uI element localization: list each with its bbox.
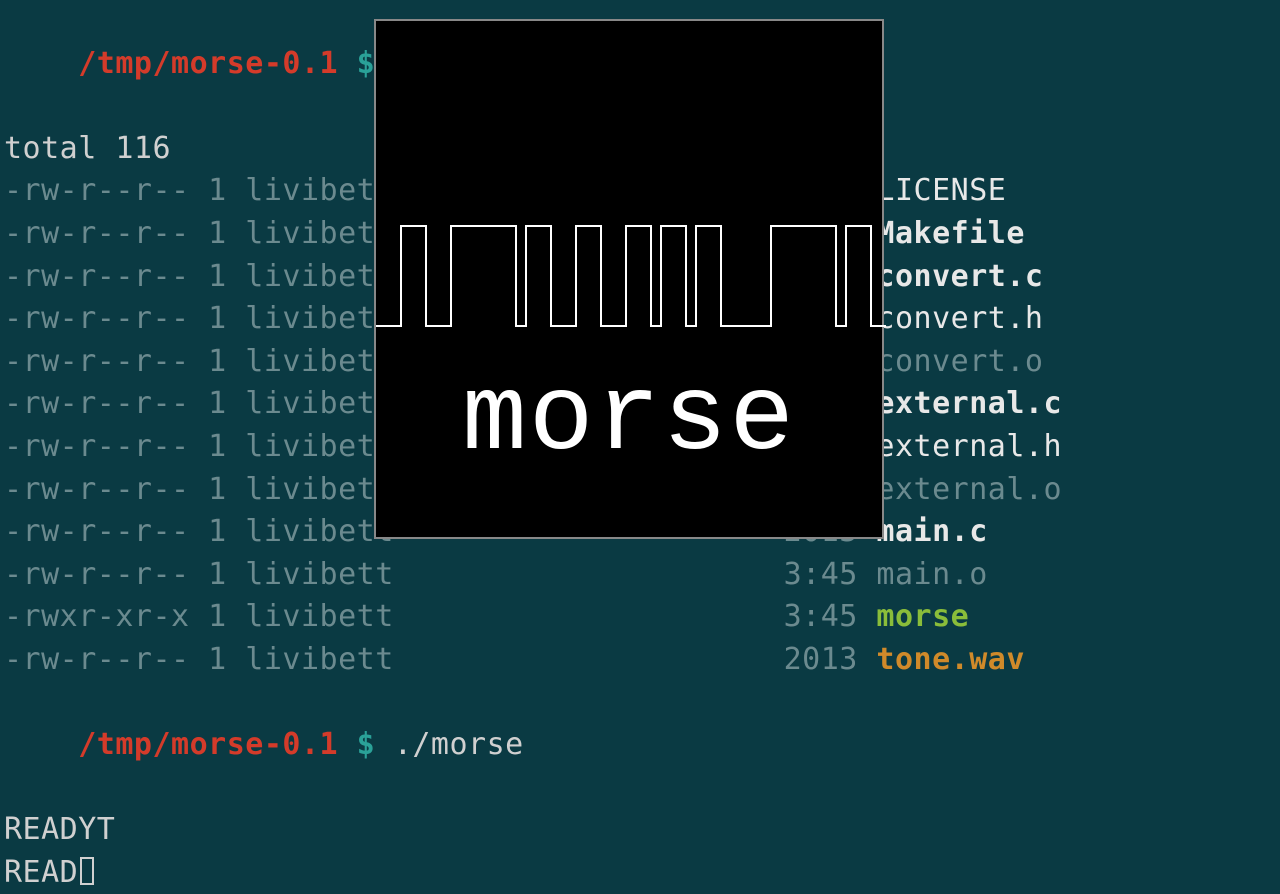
- file-name: convert.o: [876, 344, 1043, 379]
- output-line: READYT: [4, 809, 1276, 852]
- file-row: -rwxr-xr-x 1 livibett 3:45 morse: [4, 596, 1276, 639]
- file-name: morse: [876, 599, 969, 634]
- prompt-cmd: ./morse: [394, 727, 524, 762]
- file-meta: -rw-r--r-- 1 livibett 3:45: [4, 557, 876, 592]
- file-meta: -rwxr-xr-x 1 livibett 3:45: [4, 599, 876, 634]
- file-row: -rw-r--r-- 1 livibett 2013 tone.wav: [4, 639, 1276, 682]
- prompt-dir: /tmp/morse-0.1: [78, 46, 338, 81]
- file-name: Makefile: [876, 216, 1025, 251]
- file-name: external.h: [876, 429, 1062, 464]
- file-name: external.o: [876, 472, 1062, 507]
- file-row: -rw-r--r-- 1 livibett 3:45 main.o: [4, 554, 1276, 597]
- prompt-dir: /tmp/morse-0.1: [78, 727, 338, 762]
- file-name: convert.h: [876, 301, 1043, 336]
- output-text: READ: [4, 855, 78, 890]
- morse-wave-icon: [376, 221, 886, 341]
- file-name: external.c: [876, 386, 1062, 421]
- file-meta: -rw-r--r-- 1 livibett 2013: [4, 642, 876, 677]
- file-name: main.o: [876, 557, 987, 592]
- prompt-sep: $: [338, 727, 394, 762]
- cursor: [80, 857, 94, 885]
- overlay-label: morse: [376, 344, 882, 497]
- prompt-line-2: /tmp/morse-0.1 $ ./morse: [4, 682, 1276, 810]
- morse-logo-overlay: morse: [374, 19, 884, 539]
- file-name: main.c: [876, 514, 987, 549]
- file-name: tone.wav: [876, 642, 1025, 677]
- output-line: READ: [4, 852, 1276, 894]
- file-name: convert.c: [876, 259, 1043, 294]
- file-name: LICENSE: [876, 173, 1006, 208]
